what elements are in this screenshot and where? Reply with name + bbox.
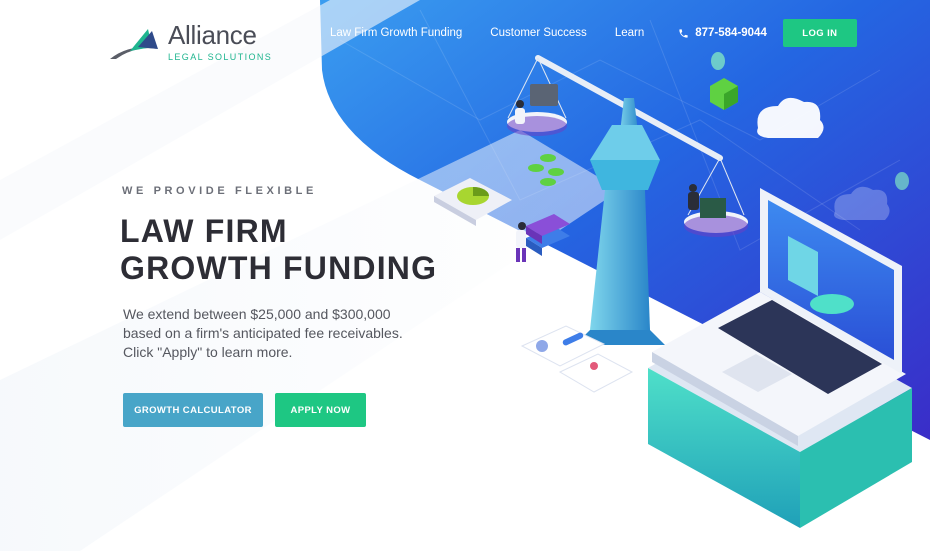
phone-icon — [678, 28, 689, 39]
login-button[interactable]: LOG IN — [782, 19, 857, 47]
nav-link-customer-success[interactable]: Customer Success — [490, 27, 587, 39]
hero-eyebrow: WE PROVIDE FLEXIBLE — [122, 185, 317, 197]
brand-logo[interactable]: Alliance LEGAL SOLUTIONS — [108, 22, 272, 64]
hero-body-line1: We extend between $25,000 and $300,000 — [123, 306, 391, 322]
hero-headline-line1: LAW FIRM — [120, 213, 288, 249]
growth-calculator-button[interactable]: GROWTH CALCULATOR — [123, 393, 263, 427]
phone-link[interactable]: 877-584-9044 — [678, 27, 767, 39]
hero-body-line2: based on a firm's anticipated fee receiv… — [123, 325, 403, 341]
apply-now-button[interactable]: APPLY NOW — [275, 393, 366, 427]
nav-link-growth-funding[interactable]: Law Firm Growth Funding — [330, 27, 462, 39]
brand-tagline: LEGAL SOLUTIONS — [168, 52, 273, 62]
phone-number: 877-584-9044 — [695, 27, 767, 39]
nav-link-learn[interactable]: Learn — [615, 27, 644, 39]
top-navigation: Law Firm Growth Funding Customer Success… — [330, 0, 857, 66]
hero-body-line3: Click "Apply" to learn more. — [123, 344, 293, 360]
hero-headline: LAW FIRM GROWTH FUNDING — [120, 213, 480, 287]
hero-headline-line2: GROWTH FUNDING — [120, 250, 438, 286]
brand-name: Alliance — [168, 20, 257, 50]
logo-mark-icon — [108, 25, 164, 61]
hero-body: We extend between $25,000 and $300,000 b… — [123, 305, 423, 362]
